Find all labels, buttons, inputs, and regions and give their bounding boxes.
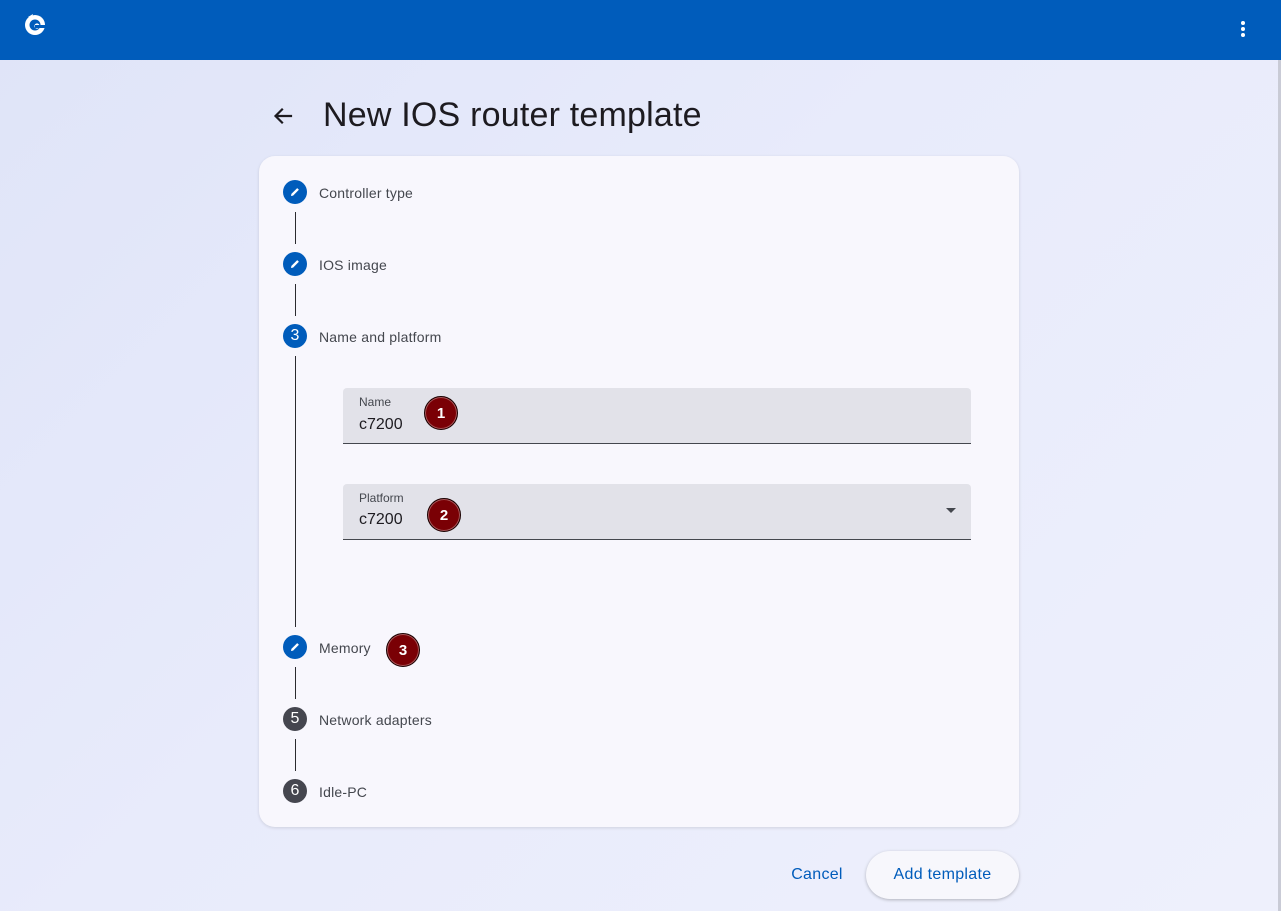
annotation-marker-1: 1: [424, 396, 458, 430]
page-title: New IOS router template: [323, 96, 702, 134]
app-logo-icon[interactable]: [22, 11, 48, 37]
step-controller-type-pencil-icon[interactable]: [283, 180, 307, 204]
platform-select-value[interactable]: c7200: [359, 511, 403, 529]
dropdown-arrow-icon[interactable]: [946, 508, 956, 513]
step-label-controller-type[interactable]: Controller type: [319, 185, 413, 201]
name-field-label: Name: [359, 395, 392, 409]
add-template-button[interactable]: Add template: [866, 851, 1019, 899]
step-label-ios-image[interactable]: IOS image: [319, 257, 387, 273]
annotation-marker-2: 2: [427, 498, 461, 532]
step-label-idle-pc[interactable]: Idle-PC: [319, 784, 367, 800]
step-label-memory[interactable]: Memory: [319, 640, 371, 656]
step-label-network-adapters[interactable]: Network adapters: [319, 712, 432, 728]
cancel-button[interactable]: Cancel: [774, 851, 860, 899]
step-connector: [295, 212, 296, 244]
step-number-network-adapters[interactable]: 5: [283, 707, 307, 731]
stepper-card: Controller type IOS image 3 Name and pla…: [259, 156, 1019, 827]
step-ios-image-pencil-icon[interactable]: [283, 252, 307, 276]
top-app-bar: [0, 0, 1281, 60]
back-arrow-icon[interactable]: [268, 101, 298, 131]
step-number-idle-pc[interactable]: 6: [283, 779, 307, 803]
step-connector: [295, 284, 296, 316]
step-memory-pencil-icon[interactable]: [283, 635, 307, 659]
step-connector: [295, 739, 296, 771]
step-label-name-and-platform[interactable]: Name and platform: [319, 329, 441, 345]
annotation-marker-3: 3: [386, 633, 420, 667]
more-vert-icon[interactable]: [1230, 14, 1256, 42]
step-connector: [295, 667, 296, 699]
name-field-value[interactable]: c7200: [359, 416, 403, 434]
platform-select-label: Platform: [359, 491, 404, 505]
step-connector: [295, 356, 296, 627]
step-number-name-and-platform[interactable]: 3: [283, 324, 307, 348]
